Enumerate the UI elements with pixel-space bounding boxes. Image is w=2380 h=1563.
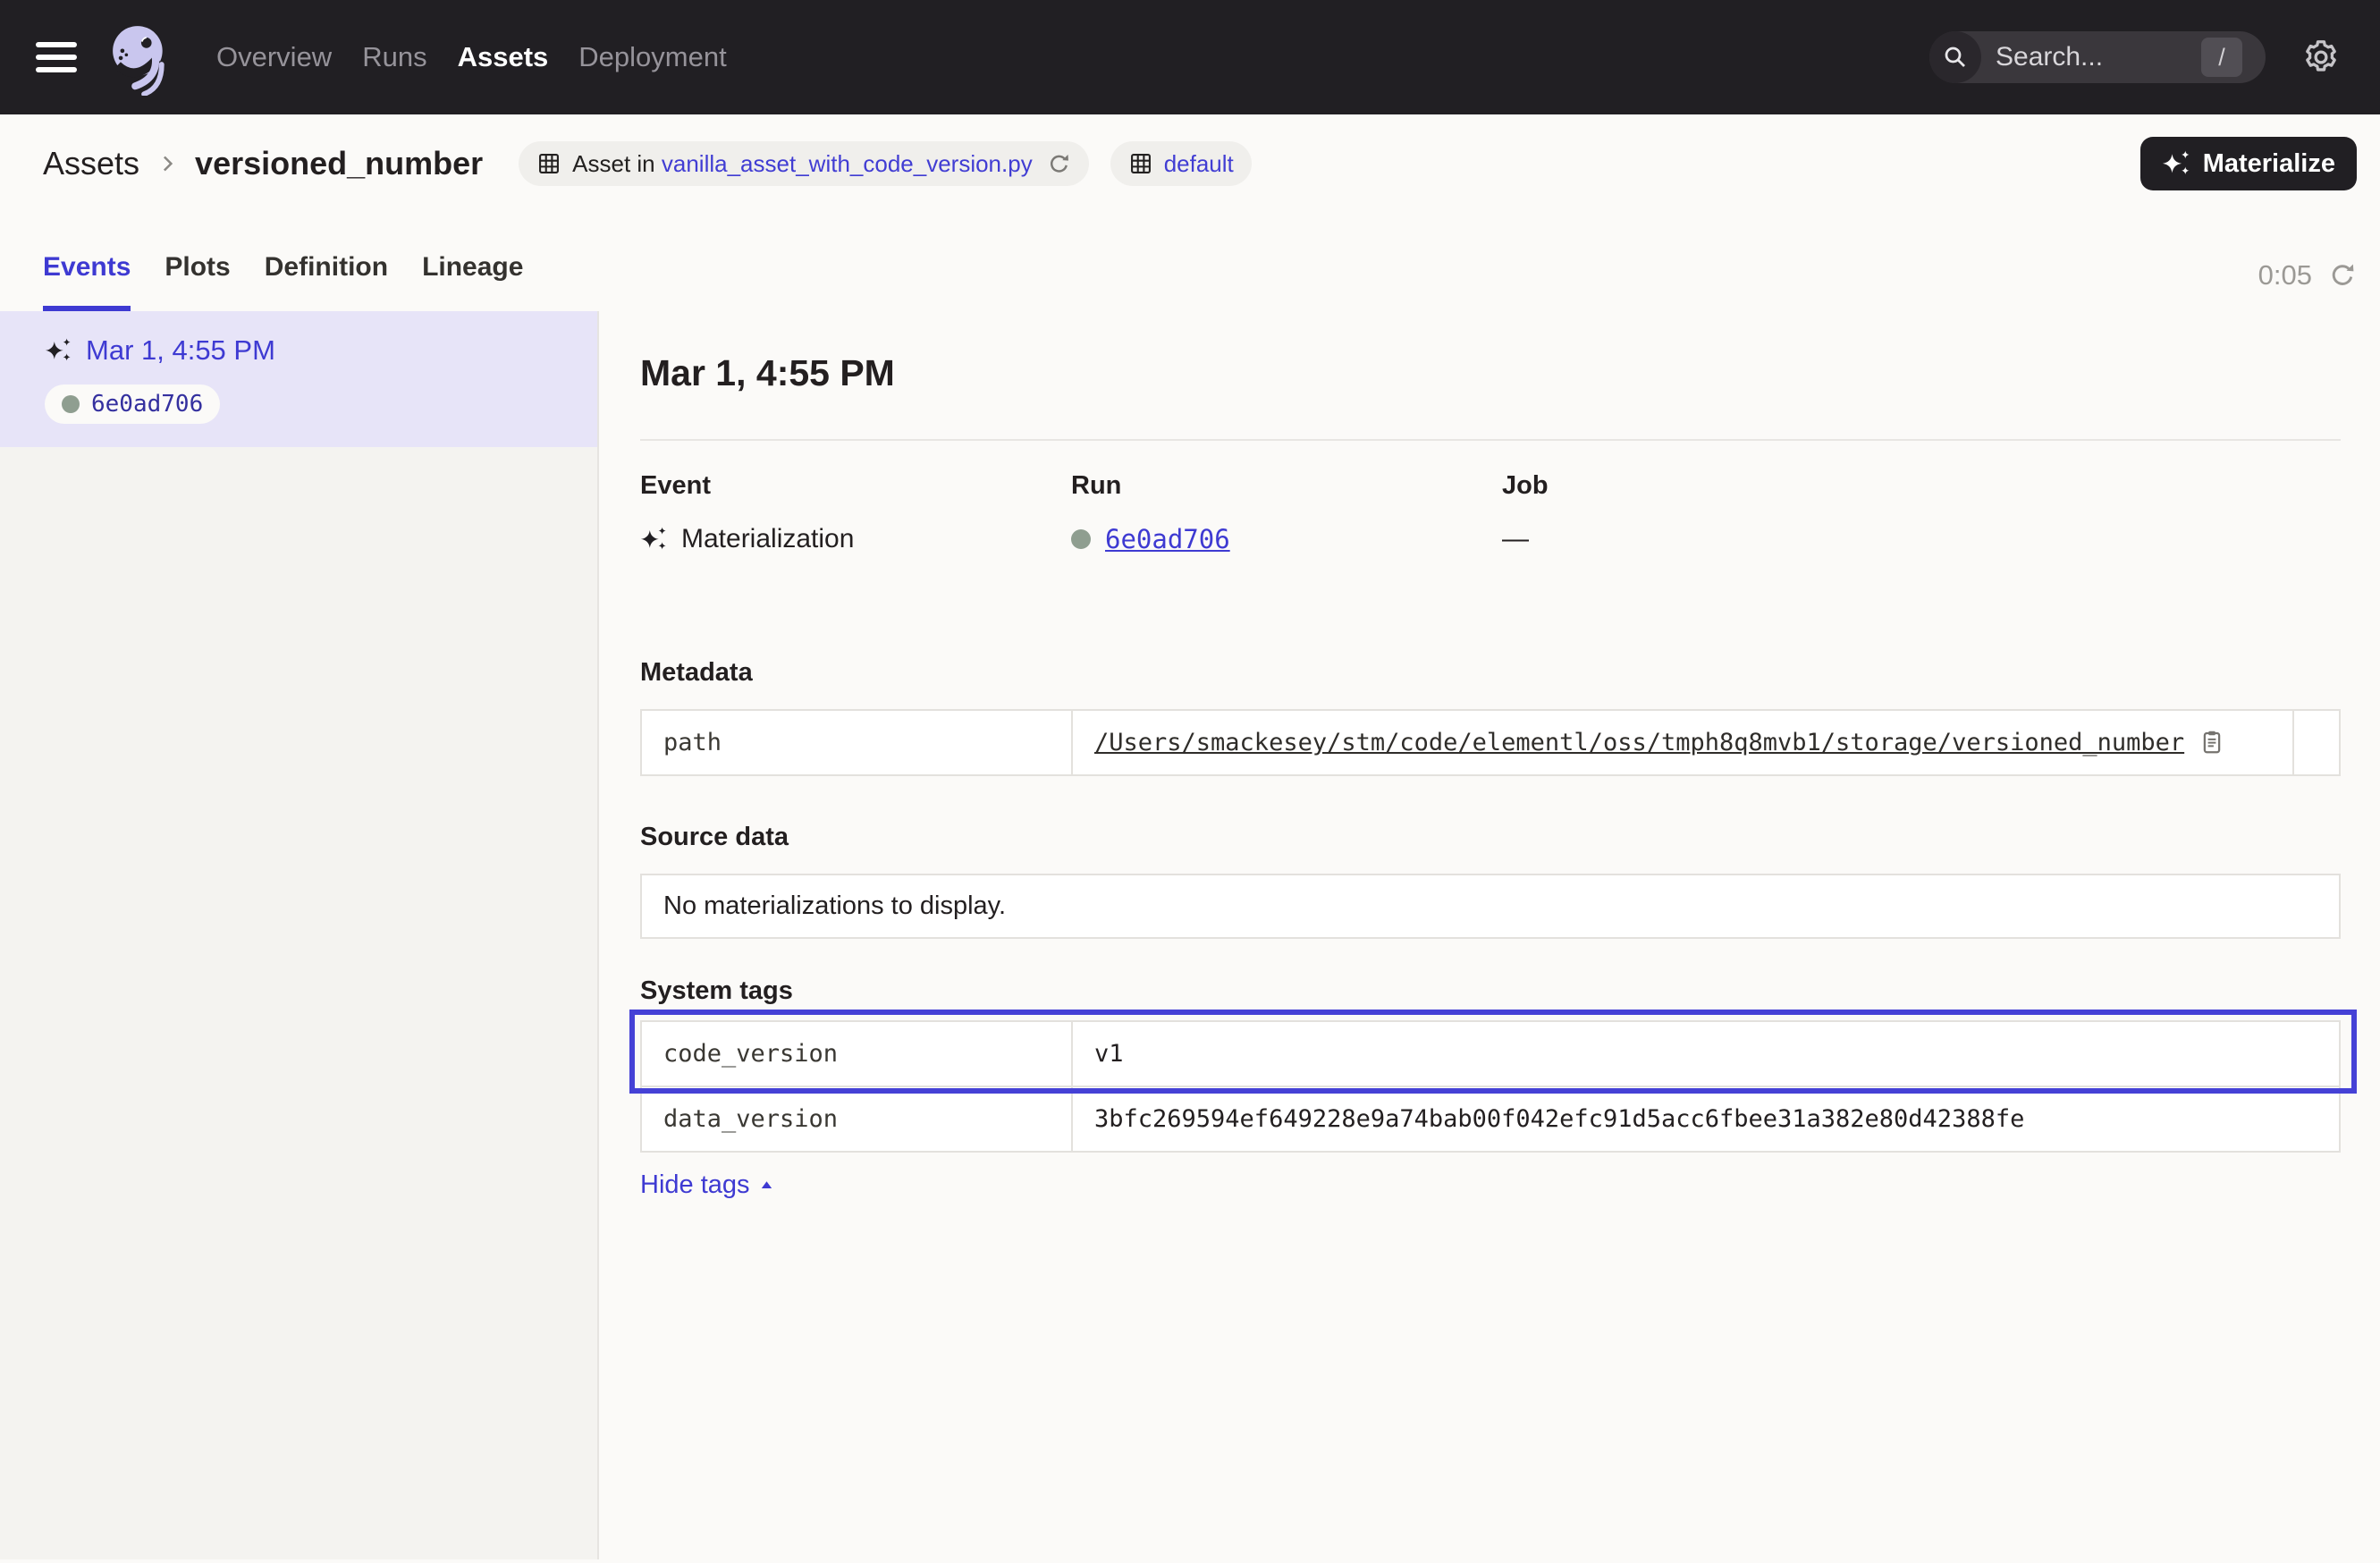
primary-nav: Overview Runs Assets Deployment — [216, 41, 727, 73]
tag-value: v1 — [1072, 1021, 2340, 1086]
refresh-icon[interactable] — [2328, 261, 2357, 290]
nav-item-deployment[interactable]: Deployment — [578, 41, 726, 73]
refresh-icon[interactable] — [1047, 152, 1071, 176]
breadcrumb-assets[interactable]: Assets — [43, 145, 139, 182]
tab-definition[interactable]: Definition — [265, 252, 388, 311]
asset-in-label: Asset in — [572, 150, 655, 177]
search-shortcut-key: / — [2201, 38, 2242, 77]
top-nav: Overview Runs Assets Deployment Search..… — [0, 0, 2380, 114]
breadcrumb: Assets versioned_number — [43, 145, 483, 182]
tag-key: data_version — [641, 1086, 1072, 1152]
tab-events[interactable]: Events — [43, 252, 131, 311]
run-id-link[interactable]: 6e0ad706 — [1105, 524, 1230, 554]
tab-lineage[interactable]: Lineage — [422, 252, 523, 311]
tab-plots[interactable]: Plots — [165, 252, 230, 311]
event-detail-panel: Mar 1, 4:55 PM Event Materialization Run… — [599, 311, 2380, 1559]
nav-item-runs[interactable]: Runs — [362, 41, 426, 73]
path-link[interactable]: /Users/smackesey/stm/code/elementl/oss/t… — [1094, 729, 2184, 756]
source-data-section: Source data No materializations to displ… — [640, 823, 2341, 939]
asset-file-link[interactable]: vanilla_asset_with_code_version.py — [662, 150, 1033, 177]
breadcrumb-current: versioned_number — [195, 145, 483, 182]
table-row: data_version 3bfc269594ef649228e9a74bab0… — [641, 1086, 2340, 1152]
event-list-item-selected[interactable]: Mar 1, 4:55 PM 6e0ad706 — [0, 311, 597, 447]
system-tags-section: System tags code_version v1 data_version… — [640, 976, 2341, 1200]
event-list-sidebar: Mar 1, 4:55 PM 6e0ad706 — [0, 311, 599, 1559]
search-input[interactable]: Search... / — [1929, 31, 2266, 83]
system-tags-table: code_version v1 data_version 3bfc269594e… — [640, 1020, 2341, 1153]
event-type-value: Materialization — [681, 524, 854, 554]
run-label: Run — [1071, 471, 1502, 501]
event-label: Event — [640, 471, 1071, 501]
event-timestamp[interactable]: Mar 1, 4:55 PM — [86, 334, 275, 367]
metadata-heading: Metadata — [640, 658, 2341, 688]
metadata-section: Metadata path /Users/smackesey/stm/code/… — [640, 658, 2341, 776]
tag-value: 3bfc269594ef649228e9a74bab00f042efc91d5a… — [1072, 1086, 2340, 1152]
job-value: — — [1502, 524, 1529, 554]
nav-item-overview[interactable]: Overview — [216, 41, 332, 73]
dagster-logo-icon[interactable] — [98, 19, 175, 96]
tab-bar: Events Plots Definition Lineage — [43, 252, 523, 311]
table-row: code_version v1 — [641, 1021, 2340, 1086]
divider — [640, 439, 2341, 441]
run-status-dot — [62, 395, 80, 413]
grid-icon — [1128, 151, 1153, 176]
refresh-elapsed: 0:05 — [2258, 259, 2312, 291]
grid-icon — [536, 151, 561, 176]
refresh-countdown: 0:05 — [2258, 259, 2357, 291]
triangle-up-icon — [759, 1178, 774, 1193]
tag-key: code_version — [641, 1021, 1072, 1086]
source-data-heading: Source data — [640, 823, 2341, 852]
event-title: Mar 1, 4:55 PM — [640, 352, 2341, 394]
job-label: Job — [1502, 471, 2341, 501]
run-status-dot — [1071, 529, 1091, 549]
nav-item-assets[interactable]: Assets — [458, 41, 549, 73]
event-summary: Event Materialization Run 6e0ad706 Job — — [640, 471, 2341, 554]
chevron-right-icon — [154, 150, 181, 177]
gear-icon[interactable] — [2301, 38, 2341, 77]
search-placeholder: Search... — [1996, 42, 2103, 72]
repo-link[interactable]: default — [1164, 150, 1234, 178]
hide-tags-link[interactable]: Hide tags — [640, 1170, 774, 1200]
copy-icon[interactable] — [2199, 729, 2225, 756]
metadata-table: path /Users/smackesey/stm/code/elementl/… — [640, 709, 2341, 776]
table-row: path /Users/smackesey/stm/code/elementl/… — [641, 710, 2340, 775]
source-data-empty-message: No materializations to display. — [640, 874, 2341, 939]
menu-icon[interactable] — [36, 42, 77, 72]
run-id-chip[interactable]: 6e0ad706 — [45, 384, 220, 424]
materialize-button[interactable]: Materialize — [2140, 137, 2357, 190]
sparkle-icon — [45, 338, 72, 363]
sparkle-icon — [640, 527, 667, 552]
table-gutter — [2293, 710, 2340, 775]
system-tags-heading: System tags — [640, 976, 2341, 1006]
sparkle-icon — [2162, 150, 2190, 177]
page-header: Assets versioned_number Asset in vanilla… — [0, 114, 2380, 311]
search-icon — [1929, 31, 1981, 83]
repo-chip[interactable]: default — [1110, 141, 1252, 186]
metadata-key: path — [641, 710, 1072, 775]
asset-definition-chip[interactable]: Asset in vanilla_asset_with_code_version… — [519, 141, 1089, 186]
